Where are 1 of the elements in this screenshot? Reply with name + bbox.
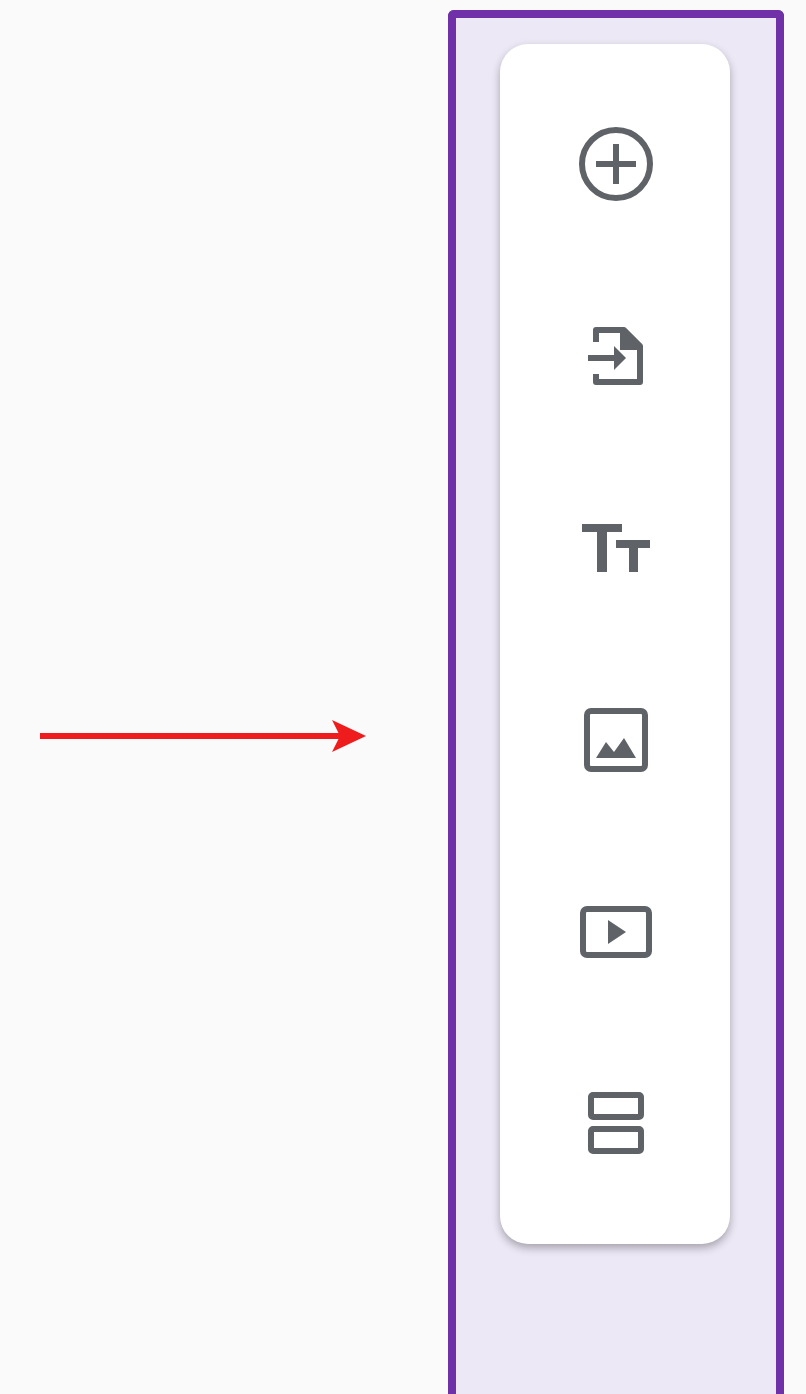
add-circle-icon — [575, 124, 655, 204]
